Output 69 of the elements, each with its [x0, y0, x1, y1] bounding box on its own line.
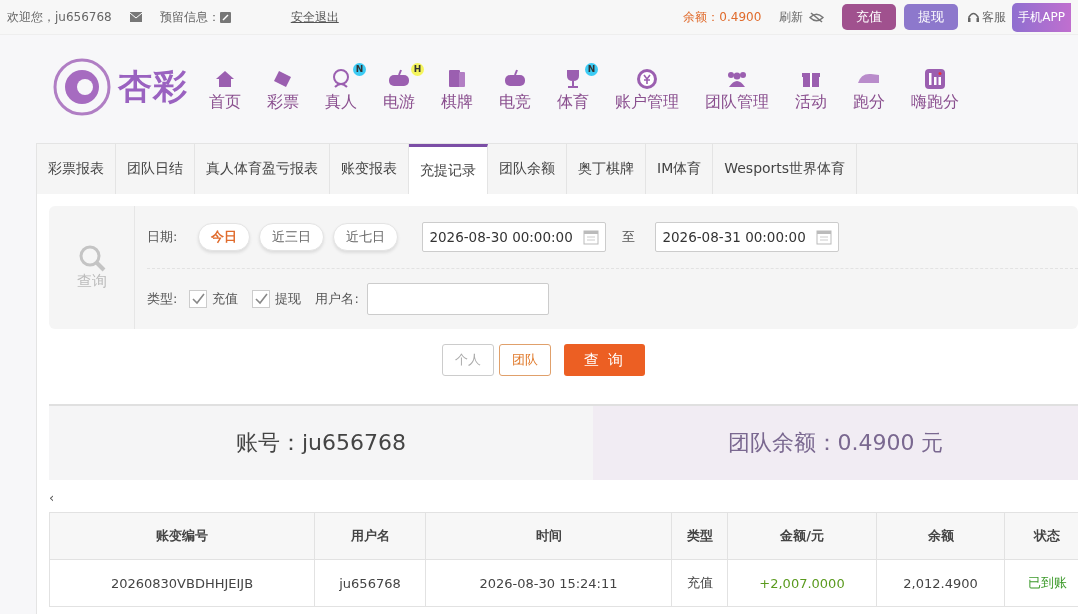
welcome-text: 欢迎您，ju656768 — [7, 8, 112, 26]
nav-item[interactable]: H 电游 — [373, 61, 425, 113]
type-checkbox[interactable] — [252, 290, 271, 308]
nav-item[interactable]: 团队管理 — [695, 61, 779, 113]
query-button[interactable]: 查 询 — [564, 344, 645, 376]
type-option-label: 提现 — [275, 290, 302, 308]
yen-coin-icon — [635, 66, 659, 91]
column-header: 用户名 — [314, 512, 426, 560]
nav-item[interactable]: N 真人 — [315, 61, 367, 113]
deposit-button[interactable]: 充值 — [842, 4, 897, 30]
edit-icon[interactable] — [219, 11, 231, 23]
type-option-label: 充值 — [212, 290, 239, 308]
calendar-icon[interactable] — [583, 229, 600, 245]
username-field[interactable] — [366, 283, 549, 315]
mobile-app-button[interactable]: 手机APP — [1012, 2, 1071, 32]
quick-date-button[interactable]: 近三日 — [259, 223, 325, 251]
column-header: 账变编号 — [49, 512, 315, 560]
quick-date-button[interactable]: 近七日 — [333, 223, 399, 251]
customer-service-link[interactable]: 客服 — [982, 8, 1007, 26]
nav-item[interactable]: 棋牌 — [431, 61, 483, 113]
nav-item[interactable]: 账户管理 — [605, 61, 689, 113]
logout-link[interactable]: 安全退出 — [290, 8, 339, 26]
search-icon — [77, 244, 106, 272]
logo-emblem-icon[interactable] — [52, 57, 112, 117]
type-checkbox[interactable] — [189, 290, 208, 308]
envelope-icon[interactable] — [129, 12, 142, 22]
column-header: 余额 — [876, 512, 1005, 560]
account-text: 账号：ju656768 — [235, 429, 406, 457]
table-cell: +2,007.0000 — [727, 559, 877, 607]
column-header: 金额/元 — [727, 512, 877, 560]
table-cell: ju656768 — [314, 559, 426, 607]
nav-item[interactable]: N 体育 — [547, 61, 599, 113]
table-cell: 2,012.4900 — [876, 559, 1005, 607]
username-label: 用户名: — [315, 290, 359, 308]
nav-item[interactable]: 彩票 — [257, 61, 309, 113]
nav-badge: H — [411, 62, 424, 76]
quick-date-button[interactable]: 今日 — [198, 223, 251, 251]
column-header: 状态 — [1004, 512, 1078, 560]
date-label: 日期: — [147, 228, 178, 246]
reserved-info-label: 预留信息： — [159, 8, 220, 26]
nav-item[interactable]: 跑分 — [843, 61, 895, 113]
nav-badge: N — [585, 62, 598, 76]
eye-slash-icon[interactable] — [809, 11, 825, 23]
team-balance-text: 团队余额：0.4900 元 — [727, 429, 944, 457]
table-cell: 20260830VBDHHJEIJB — [49, 559, 315, 607]
balance-text: 余额：0.4900 — [683, 8, 762, 26]
to-label: 至 — [622, 228, 636, 246]
end-date-field[interactable]: 2026-08-31 00:00:00 — [655, 222, 840, 252]
column-header: 时间 — [425, 512, 672, 560]
withdraw-button[interactable]: 提现 — [904, 4, 959, 30]
nav-item[interactable]: 活动 — [785, 61, 837, 113]
scroll-left-arrow[interactable]: ‹ — [49, 490, 55, 505]
calendar-icon[interactable] — [816, 229, 833, 245]
nav-item[interactable]: 首页 — [199, 61, 251, 113]
nav-item[interactable]: 电竞 — [489, 61, 541, 113]
scope-button[interactable]: 团队 — [499, 344, 552, 376]
nav-item[interactable]: 嗨跑分 — [901, 61, 969, 113]
report-tab[interactable]: 充提记录 — [409, 144, 488, 194]
column-header: 类型 — [671, 512, 728, 560]
refresh-link[interactable]: 刷新 — [779, 8, 804, 26]
logo-text[interactable]: 杏彩 — [118, 64, 188, 110]
query-label: 查询 — [76, 272, 107, 291]
headset-icon[interactable] — [968, 11, 980, 23]
nav-badge: N — [353, 62, 366, 76]
type-label: 类型: — [147, 290, 178, 308]
table-cell: 2026-08-30 15:24:11 — [425, 559, 672, 607]
table-cell: 充值 — [671, 559, 728, 607]
start-date-field[interactable]: 2026-08-30 00:00:00 — [422, 222, 607, 252]
hi-logo-icon — [923, 66, 947, 91]
